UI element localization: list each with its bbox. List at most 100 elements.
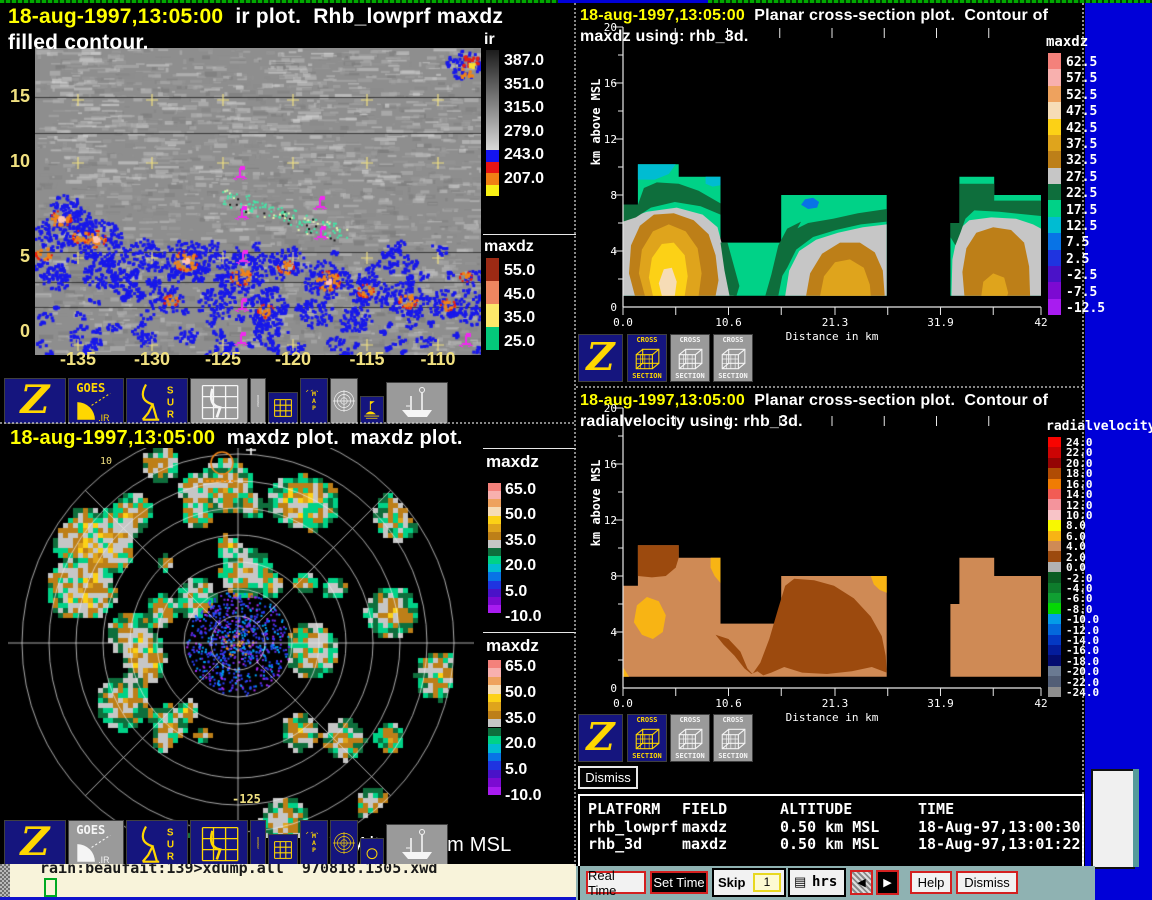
x-tick-label: 31.9: [922, 316, 958, 329]
colorbar-segment: [1048, 102, 1061, 118]
colorbar-title: maxdz: [486, 636, 539, 656]
colorbar-segment: [1048, 69, 1061, 85]
status-table-header: FIELD: [682, 800, 727, 818]
status-table-header: PLATFORM: [588, 800, 660, 818]
step-back-button[interactable]: ◀: [850, 870, 873, 895]
colorbar-tick-label: 50.0: [505, 684, 536, 702]
colorbar-ppi-maxdz-1: [488, 483, 501, 613]
colorbar-segment: [1048, 572, 1061, 582]
colorbar-segment: [488, 564, 501, 572]
radar-grid-icon[interactable]: [190, 378, 248, 424]
colorbar-tick-label: 35.0: [505, 532, 536, 550]
zebra-logo-glyph: Z: [579, 335, 622, 381]
control-dismiss-button[interactable]: Dismiss: [956, 871, 1018, 894]
colorbar-tick-label: 243.0: [504, 146, 544, 164]
grid-icon[interactable]: [268, 392, 298, 424]
colorbar-segment: [1048, 282, 1061, 298]
zebra-logo-icon[interactable]: Z: [578, 714, 623, 762]
left-arrow-icon: ◀: [857, 876, 865, 889]
hrs-label: hrs: [812, 874, 837, 890]
cube-icon: [719, 725, 747, 753]
status-dismiss-button[interactable]: Dismiss: [578, 766, 638, 789]
cross-section-label-top: CROSS: [628, 336, 666, 344]
radar-grid-icon[interactable]: [190, 820, 248, 866]
ir-panel-title: 18-aug-1997,13:05:00 ir plot. Rhb_lowprf…: [8, 5, 503, 29]
bounds-icon[interactable]: BOUNDS: [250, 820, 266, 866]
cross-section-label-top: CROSS: [671, 336, 709, 344]
hrs-group[interactable]: ▤ hrs: [788, 868, 846, 897]
colorbar-segment: [488, 668, 501, 676]
time-control-bar: Real Time Set Time Skip 1 ▤ hrs ◀ ▶ Help…: [576, 866, 1095, 900]
cross-section-label-top: CROSS: [714, 336, 752, 344]
colorbar-segment: [488, 483, 501, 491]
buoy-icon[interactable]: [360, 396, 384, 424]
colorbar-tick-label: -10.0: [505, 608, 541, 626]
status-table-cell: 0.50 km MSL: [780, 835, 879, 853]
x-tick-label: 42: [1023, 697, 1059, 710]
cross-section-button-3[interactable]: CROSSSECTION: [713, 714, 753, 762]
x-tick-label: 0.0: [605, 697, 641, 710]
right-arrow-icon: ▶: [883, 876, 891, 889]
help-label: Help: [918, 875, 945, 890]
colorbar-segment: [1048, 645, 1061, 655]
svg-text:Z: Z: [584, 335, 616, 380]
colorbar-segment: [1048, 119, 1061, 135]
cross-section-button-3[interactable]: CROSS SECTION: [713, 334, 753, 382]
ir-panel-title-text: ir plot. Rhb_lowprf maxdz: [223, 5, 503, 28]
ship-icon[interactable]: [386, 382, 448, 424]
real-time-button[interactable]: Real Time: [586, 871, 646, 894]
skip-value-input[interactable]: 1: [753, 873, 781, 892]
zebra-logo-icon[interactable]: Z: [4, 378, 66, 424]
lon-tick-label: -110: [408, 349, 468, 370]
cross-section-button-1[interactable]: CROSS SECTION: [627, 334, 667, 382]
colorbar-segment: [486, 281, 499, 304]
colorbar-segment: [1048, 250, 1061, 266]
help-button[interactable]: Help: [910, 871, 952, 894]
skip-value: 1: [764, 875, 771, 889]
cross-section-label-bottom: SECTION: [628, 372, 666, 380]
colorbar-title: maxdz: [486, 452, 539, 472]
goes-ir-icon[interactable]: GOES.IR: [68, 820, 124, 866]
map-icon[interactable]: MAP: [300, 378, 328, 424]
colorbar-segment: [1048, 676, 1061, 686]
colorbar-segment: [488, 507, 501, 515]
scrollbar[interactable]: [1091, 769, 1135, 869]
radar-ppi-display[interactable]: [8, 448, 474, 838]
grid-icon[interactable]: [268, 834, 298, 866]
colorbar-segment: [1048, 687, 1061, 697]
bounds-glyph: BOUNDS: [251, 379, 265, 423]
y-tick-label: 8: [591, 189, 617, 202]
colorbar-segment: [1048, 551, 1061, 561]
xs2-panel-timestamp: 18-aug-1997,13:05:00: [580, 392, 745, 409]
goes-ir-icon[interactable]: GOES.IR: [68, 378, 124, 424]
cross-section-button-2[interactable]: CROSSSECTION: [670, 334, 710, 382]
terminal-window[interactable]: rain:beaufait:139>xdump.all 970818.1305.…: [0, 864, 576, 900]
bounds-icon[interactable]: BOUNDS: [250, 378, 266, 424]
x-tick-label: 42: [1023, 316, 1059, 329]
step-forward-button[interactable]: ▶: [876, 870, 899, 895]
surveillance-dish-icon[interactable]: SUR: [126, 820, 188, 866]
ir-satellite-image[interactable]: [35, 48, 481, 355]
colorbar-segment: [486, 327, 499, 350]
surveillance-dish-icon[interactable]: SUR: [126, 378, 188, 424]
cross-section-label-bottom: SECTION: [628, 752, 666, 760]
zebra-logo-icon[interactable]: Z: [578, 334, 623, 382]
ship-icon[interactable]: [386, 824, 448, 866]
svg-text:Z: Z: [584, 715, 616, 760]
lon-tick-label: -120: [263, 349, 323, 370]
cross-section-button-2[interactable]: CROSSSECTION: [670, 714, 710, 762]
control-dismiss-label: Dismiss: [964, 875, 1010, 890]
cross-section-button-1[interactable]: CROSSSECTION: [627, 714, 667, 762]
colorbar-segment: [1048, 217, 1061, 233]
zebra-logo-glyph: Z: [579, 715, 622, 761]
xs1-panel-title-line2: maxdz using: rhb_3d.: [580, 28, 748, 46]
map-icon[interactable]: MAP: [300, 820, 328, 866]
radar-rings-icon[interactable]: [330, 820, 358, 866]
zebra-logo-icon[interactable]: Z: [4, 820, 66, 866]
colorbar-tick-label: 5.0: [505, 583, 527, 601]
circle-icon[interactable]: [360, 838, 384, 866]
cube-icon: [676, 345, 704, 373]
cross-section-label-bottom: SECTION: [714, 372, 752, 380]
set-time-button[interactable]: Set Time: [650, 871, 708, 894]
radar-rings-icon[interactable]: [330, 378, 358, 424]
